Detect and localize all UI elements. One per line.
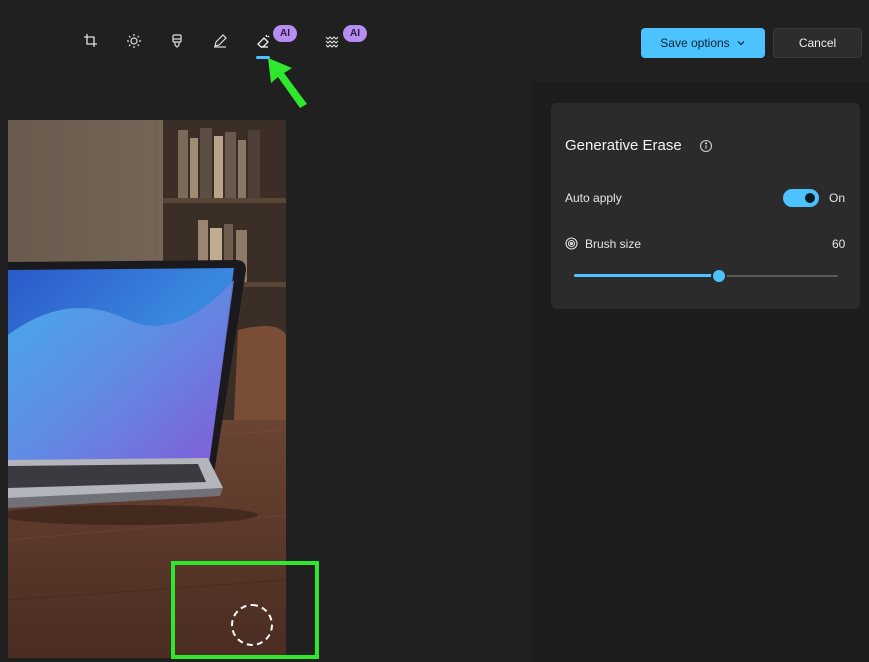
panel-title: Generative Erase — [565, 137, 682, 154]
save-options-label: Save options — [660, 36, 730, 50]
cancel-button[interactable]: Cancel — [773, 28, 862, 58]
crop-icon — [84, 34, 97, 47]
brush-cursor — [231, 604, 273, 646]
auto-apply-state: On — [829, 191, 846, 205]
background-icon — [325, 36, 339, 48]
toggle-knob — [805, 193, 815, 203]
adjust-tool-button[interactable] — [123, 30, 145, 52]
brush-size-icon — [565, 237, 578, 250]
ai-badge: AI — [273, 25, 297, 42]
brush-size-label: Brush size — [585, 237, 642, 251]
eraser-icon — [257, 34, 270, 48]
info-icon[interactable] — [699, 139, 713, 153]
brush-size-slider[interactable] — [574, 270, 838, 282]
photos-editor-window: AI AI Save options Cancel Generative Era… — [0, 0, 869, 662]
editor-toolbar: AI AI Save options Cancel — [0, 0, 869, 82]
background-tool-button[interactable] — [322, 30, 344, 52]
brush-size-value: 60 — [832, 237, 846, 251]
filter-tool-button[interactable] — [166, 30, 188, 52]
auto-apply-toggle[interactable] — [783, 189, 819, 207]
slider-fill — [574, 274, 720, 277]
filter-icon — [172, 34, 182, 48]
chevron-down-icon — [737, 41, 745, 46]
slider-thumb[interactable] — [713, 270, 726, 282]
generative-erase-tool-button[interactable] — [252, 30, 274, 52]
pen-icon — [214, 34, 227, 48]
crop-tool-button[interactable] — [80, 30, 102, 52]
auto-apply-label: Auto apply — [565, 191, 622, 205]
cancel-label: Cancel — [798, 36, 837, 50]
ai-badge: AI — [343, 25, 367, 42]
annotation-arrow-icon — [268, 58, 307, 108]
save-options-button[interactable]: Save options — [641, 28, 765, 58]
markup-tool-button[interactable] — [209, 30, 231, 52]
brightness-icon — [127, 34, 141, 48]
